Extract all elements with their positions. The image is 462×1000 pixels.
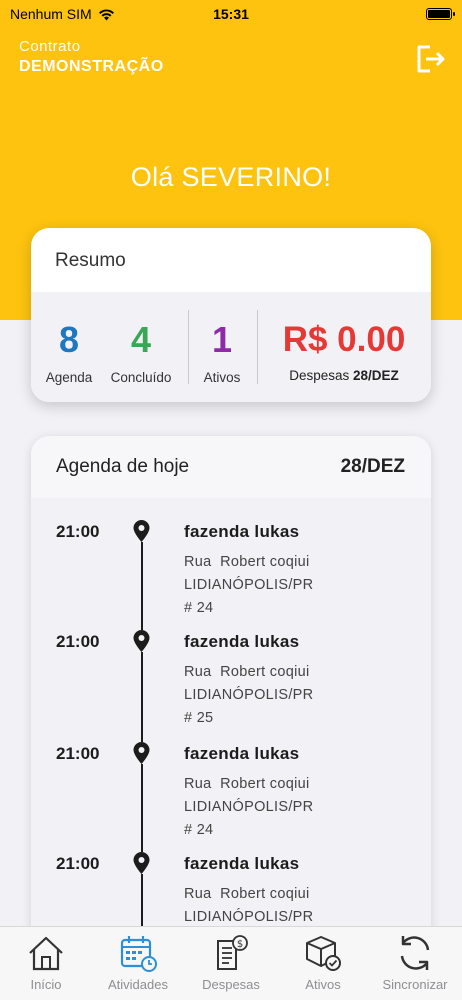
tab-atividades-label: Atividades — [108, 977, 168, 992]
agenda-item-number: # 24 — [184, 822, 214, 838]
location-pin-icon — [133, 520, 150, 542]
tab-bar: Início Atividades $ Despesas Ativos Sinc… — [0, 926, 462, 1000]
stat-agenda-label: Agenda — [45, 370, 93, 385]
summary-body: 8 Agenda 4 Concluído 1 Ativos R$ 0.00 De… — [31, 292, 431, 402]
stat-concluido-label: Concluído — [110, 370, 172, 385]
agenda-item-city: LIDIANÓPOLIS/PR — [184, 577, 314, 593]
agenda-date: 28/DEZ — [340, 456, 405, 477]
tab-despesas-label: Despesas — [202, 977, 260, 992]
location-pin-icon — [133, 852, 150, 874]
timeline-line — [141, 542, 143, 630]
svg-text:$: $ — [237, 939, 243, 950]
stat-agenda[interactable]: 8 Agenda — [41, 319, 97, 386]
location-pin-icon — [133, 630, 150, 652]
tab-ativos-label: Ativos — [305, 977, 341, 992]
tab-atividades[interactable]: Atividades — [93, 933, 183, 992]
agenda-item-number: # 24 — [184, 600, 214, 616]
summary-card: Resumo 8 Agenda 4 Concluído 1 Ativos R$ … — [31, 228, 431, 402]
contract-name: DEMONSTRAÇÃO — [19, 58, 164, 75]
tab-ativos[interactable]: Ativos — [278, 933, 368, 992]
stat-despesas-caption: Despesas 28/DEZ — [267, 368, 421, 383]
battery-icon — [426, 8, 455, 20]
agenda-item-city: LIDIANÓPOLIS/PR — [184, 687, 314, 703]
agenda-item-address: Rua Robert coqiui — [184, 554, 310, 570]
summary-title: Resumo — [55, 250, 126, 271]
agenda-item-time: 21:00 — [56, 744, 100, 763]
agenda-title: Agenda de hoje — [56, 456, 190, 477]
agenda-item-number: # 25 — [184, 710, 214, 726]
agenda-item-title: fazenda lukas — [184, 744, 300, 763]
location-pin-icon — [133, 742, 150, 764]
greeting: Olá SEVERINO! — [130, 162, 332, 192]
divider — [257, 310, 258, 384]
agenda-header: Agenda de hoje 28/DEZ — [31, 436, 431, 498]
stat-concluido-value: 4 — [130, 319, 152, 360]
tab-sincronizar[interactable]: Sincronizar — [370, 933, 460, 992]
agenda-item-time: 21:00 — [56, 522, 100, 541]
agenda-item-title: fazenda lukas — [184, 632, 300, 651]
agenda-item-city: LIDIANÓPOLIS/PR — [184, 799, 314, 815]
agenda-item-title: fazenda lukas — [184, 854, 300, 873]
agenda-item-address: Rua Robert coqiui — [184, 886, 310, 902]
agenda-item-time: 21:00 — [56, 854, 100, 873]
status-time: 15:31 — [213, 6, 249, 22]
home-icon — [29, 936, 63, 971]
contract-label: Contrato — [19, 38, 81, 55]
timeline-line — [141, 652, 143, 742]
tab-inicio-label: Início — [30, 977, 62, 992]
agenda-card: Agenda de hoje 28/DEZ 21:00 fazenda luka… — [31, 436, 431, 976]
stat-despesas-date: 28/DEZ — [353, 368, 399, 383]
stat-ativos[interactable]: 1 Ativos — [195, 319, 249, 386]
tab-despesas[interactable]: $ Despesas — [186, 933, 276, 992]
stat-ativos-label: Ativos — [203, 370, 241, 385]
calendar-icon — [120, 936, 157, 972]
stat-ativos-value: 1 — [211, 319, 233, 360]
tab-sincronizar-label: Sincronizar — [382, 977, 448, 992]
tab-inicio[interactable]: Início — [1, 933, 91, 992]
timeline-line — [141, 764, 143, 852]
logout-icon[interactable] — [414, 42, 448, 76]
agenda-item-time: 21:00 — [56, 632, 100, 651]
agenda-item-address: Rua Robert coqiui — [184, 776, 310, 792]
agenda-item-title: fazenda lukas — [184, 522, 300, 541]
agenda-item-address: Rua Robert coqiui — [184, 664, 310, 680]
status-bar: Nenhum SIM 15:31 — [0, 0, 462, 28]
stat-agenda-value: 8 — [58, 319, 80, 360]
stat-despesas-value: R$ 0.00 — [282, 320, 406, 359]
agenda-item-city: LIDIANÓPOLIS/PR — [184, 909, 314, 925]
contract-info: Contrato DEMONSTRAÇÃO — [19, 38, 164, 76]
divider — [188, 310, 189, 384]
sync-icon — [400, 936, 430, 970]
box-icon — [306, 936, 341, 971]
stat-despesas[interactable]: R$ 0.00 Despesas 28/DEZ — [267, 322, 421, 383]
stat-despesas-label: Despesas — [289, 368, 350, 383]
receipt-icon: $ — [217, 935, 248, 970]
stat-concluido[interactable]: 4 Concluído — [105, 319, 177, 386]
